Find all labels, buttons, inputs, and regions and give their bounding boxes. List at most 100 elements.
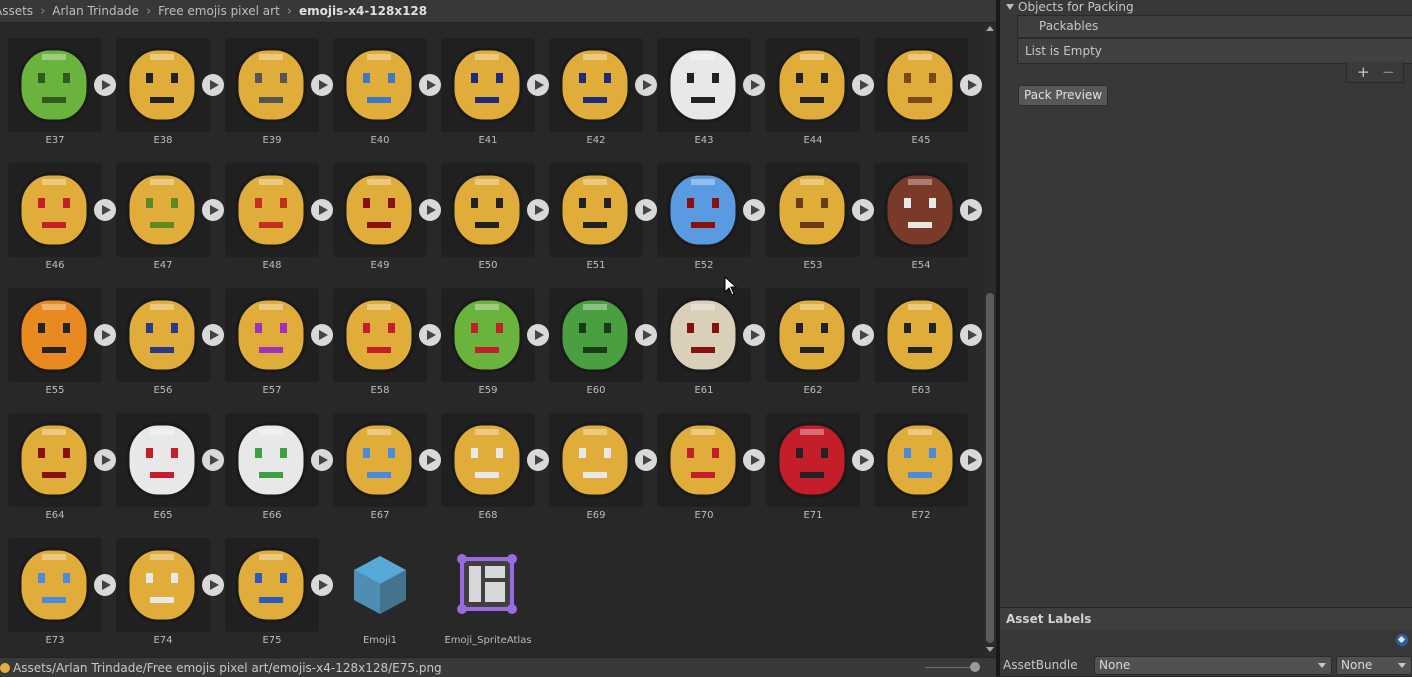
expand-play-icon[interactable]: [743, 324, 765, 346]
emoji-asset-tile[interactable]: [441, 413, 549, 507]
expand-play-icon[interactable]: [311, 74, 333, 96]
expand-play-icon[interactable]: [94, 574, 116, 596]
emoji-asset-tile[interactable]: [766, 288, 874, 382]
expand-play-icon[interactable]: [202, 199, 224, 221]
emoji-asset-tile[interactable]: [657, 38, 765, 132]
expand-play-icon[interactable]: [743, 449, 765, 471]
emoji-asset-tile[interactable]: [874, 163, 982, 257]
emoji-asset-tile[interactable]: [333, 288, 441, 382]
emoji-asset-tile[interactable]: [116, 163, 224, 257]
emoji-asset-tile[interactable]: [225, 413, 333, 507]
asset-bundle-variant-dropdown[interactable]: None: [1336, 656, 1412, 675]
expand-play-icon[interactable]: [202, 574, 224, 596]
emoji-asset-tile[interactable]: [225, 538, 333, 632]
expand-play-icon[interactable]: [852, 74, 874, 96]
expand-play-icon[interactable]: [202, 449, 224, 471]
zoom-slider-track[interactable]: [925, 667, 973, 668]
emoji-asset-tile[interactable]: [766, 413, 874, 507]
expand-play-icon[interactable]: [527, 199, 549, 221]
objects-for-packing-foldout[interactable]: Objects for Packing: [1006, 0, 1134, 14]
emoji-asset-tile[interactable]: [657, 288, 765, 382]
expand-play-icon[interactable]: [419, 449, 441, 471]
emoji-asset-tile[interactable]: [8, 38, 116, 132]
expand-play-icon[interactable]: [419, 199, 441, 221]
foldout-arrow-icon[interactable]: [1006, 3, 1014, 10]
emoji-asset-tile[interactable]: [766, 163, 874, 257]
scroll-down-arrow-icon[interactable]: [986, 647, 994, 652]
expand-play-icon[interactable]: [852, 449, 874, 471]
breadcrumb-item[interactable]: Arlan Trindade: [52, 4, 139, 18]
expand-play-icon[interactable]: [419, 74, 441, 96]
emoji-asset-tile[interactable]: [549, 38, 657, 132]
emoji-asset-tile[interactable]: [116, 538, 224, 632]
vertical-scrollbar[interactable]: [984, 23, 996, 657]
expand-play-icon[interactable]: [94, 199, 116, 221]
emoji-asset-tile[interactable]: [549, 163, 657, 257]
expand-play-icon[interactable]: [419, 324, 441, 346]
expand-play-icon[interactable]: [743, 74, 765, 96]
emoji-asset-tile[interactable]: [441, 38, 549, 132]
expand-play-icon[interactable]: [311, 324, 333, 346]
scroll-up-arrow-icon[interactable]: [986, 26, 994, 31]
expand-play-icon[interactable]: [635, 199, 657, 221]
emoji-asset-tile[interactable]: [441, 288, 549, 382]
pack-preview-button[interactable]: Pack Preview: [1018, 85, 1109, 106]
expand-play-icon[interactable]: [960, 324, 982, 346]
expand-play-icon[interactable]: [960, 449, 982, 471]
emoji-asset-tile[interactable]: [8, 413, 116, 507]
label-tag-icon[interactable]: [1396, 634, 1408, 646]
asset-label: E61: [694, 385, 714, 396]
expand-play-icon[interactable]: [527, 324, 549, 346]
emoji-asset-tile[interactable]: [8, 538, 116, 632]
expand-play-icon[interactable]: [527, 449, 549, 471]
asset-bundle-dropdown[interactable]: None: [1094, 656, 1332, 675]
sprite-atlas-asset-tile[interactable]: [441, 538, 535, 632]
emoji-asset-tile[interactable]: [8, 163, 116, 257]
emoji-asset-tile[interactable]: [549, 288, 657, 382]
expand-play-icon[interactable]: [94, 74, 116, 96]
expand-play-icon[interactable]: [635, 74, 657, 96]
scroll-thumb[interactable]: [986, 293, 994, 643]
emoji-asset-tile[interactable]: [225, 38, 333, 132]
breadcrumb-item[interactable]: Assets: [0, 4, 33, 18]
zoom-slider-thumb[interactable]: [970, 662, 980, 672]
emoji-asset-tile[interactable]: [657, 413, 765, 507]
breadcrumb-item[interactable]: Free emojis pixel art: [158, 4, 280, 18]
emoji-asset-tile[interactable]: [225, 288, 333, 382]
expand-play-icon[interactable]: [635, 449, 657, 471]
expand-play-icon[interactable]: [202, 74, 224, 96]
expand-play-icon[interactable]: [635, 324, 657, 346]
expand-play-icon[interactable]: [960, 74, 982, 96]
prefab-asset-tile[interactable]: [333, 538, 427, 632]
emoji-asset-tile[interactable]: [116, 38, 224, 132]
expand-play-icon[interactable]: [960, 199, 982, 221]
expand-play-icon[interactable]: [311, 199, 333, 221]
expand-play-icon[interactable]: [852, 324, 874, 346]
add-item-button[interactable]: +: [1357, 63, 1370, 81]
expand-play-icon[interactable]: [311, 449, 333, 471]
emoji-asset-tile[interactable]: [874, 413, 982, 507]
emoji-asset-tile[interactable]: [874, 288, 982, 382]
expand-play-icon[interactable]: [311, 574, 333, 596]
expand-play-icon[interactable]: [852, 199, 874, 221]
emoji-asset-tile[interactable]: [116, 413, 224, 507]
asset-labels-header[interactable]: Asset Labels: [1000, 608, 1412, 630]
emoji-asset-tile[interactable]: [225, 163, 333, 257]
emoji-asset-tile[interactable]: [333, 163, 441, 257]
emoji-asset-tile[interactable]: [441, 163, 549, 257]
emoji-asset-tile[interactable]: [8, 288, 116, 382]
expand-play-icon[interactable]: [527, 74, 549, 96]
emoji-asset-tile[interactable]: [549, 413, 657, 507]
emoji-asset-tile[interactable]: [116, 288, 224, 382]
breadcrumb-item[interactable]: emojis-x4-128x128: [299, 4, 427, 18]
expand-play-icon[interactable]: [202, 324, 224, 346]
expand-play-icon[interactable]: [94, 324, 116, 346]
emoji-asset-tile[interactable]: [657, 163, 765, 257]
expand-play-icon[interactable]: [743, 199, 765, 221]
emoji-asset-tile[interactable]: [333, 413, 441, 507]
emoji-asset-tile[interactable]: [874, 38, 982, 132]
emoji-asset-tile[interactable]: [766, 38, 874, 132]
expand-play-icon[interactable]: [94, 449, 116, 471]
emoji-asset-tile[interactable]: [333, 38, 441, 132]
remove-item-button[interactable]: −: [1382, 63, 1395, 81]
